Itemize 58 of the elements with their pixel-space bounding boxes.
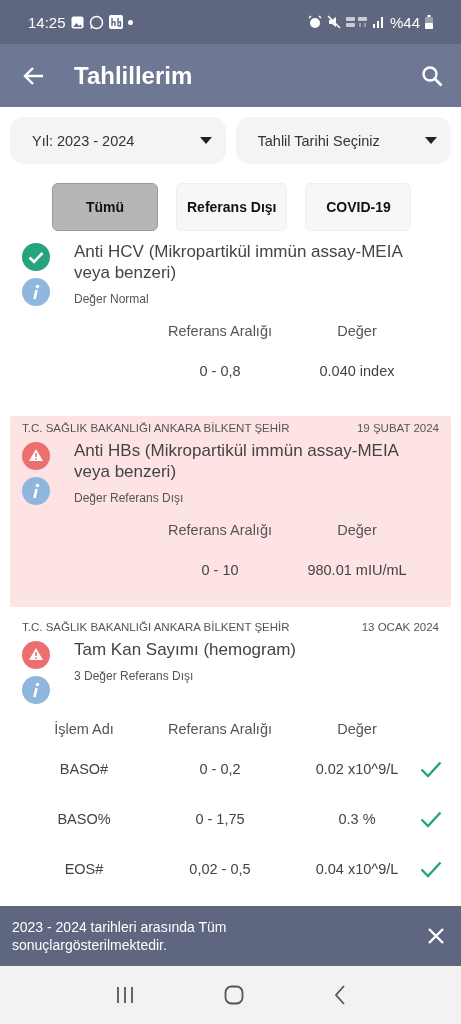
column-header: Değer: [336, 521, 378, 540]
close-button[interactable]: [427, 927, 445, 945]
screen-title: Tahlillerim: [74, 61, 194, 90]
hospital-name: T.C. SAĞLIK BAKANLIĞI ANKARA BİLKENT ŞEHİR: [22, 422, 290, 434]
battery-level: %44: [389, 13, 420, 31]
chat-icon: [88, 14, 104, 30]
result-summary: 3 Değer Referans Dışı: [74, 669, 195, 683]
network-icon: [345, 16, 368, 28]
table-cell-text: 0 - 0,2: [198, 760, 242, 779]
table-cell-text: 0 - 10: [200, 561, 240, 580]
table-cell-text: 0,02 - 0,5: [188, 860, 252, 879]
column-header: Referans Aralığı: [167, 322, 273, 341]
column-header: Referans Aralığı: [167, 720, 273, 739]
gallery-icon: [70, 15, 84, 29]
test-name: Tam Kan Sayımı (hemogram): [74, 639, 296, 660]
table-cell-text: 0.3 %: [337, 810, 377, 829]
result-summary: Değer Normal: [74, 292, 150, 306]
dropdown-arrow-icon: [425, 137, 437, 144]
dropdown[interactable]: Tahlil Tarihi Seçiniz: [235, 117, 451, 164]
table-cell-text: EOS#: [63, 860, 105, 879]
status-time: 14:25: [28, 13, 66, 31]
result-summary: Değer Referans Dışı: [74, 491, 185, 505]
table-cell-text: 0.040 index: [318, 362, 396, 381]
recent-apps-icon[interactable]: [114, 986, 135, 1004]
column-header: Referans Aralığı: [167, 521, 273, 540]
test-name: Anti HBs (Mikropartikül immün assay-MEIA veya benzeri): [74, 440, 400, 482]
search-button[interactable]: [421, 64, 443, 87]
mute-icon: [326, 15, 341, 29]
home-icon[interactable]: [224, 985, 245, 1005]
table-cell-text: 980.01 mIU/mL: [306, 561, 408, 580]
column-header: Değer: [336, 720, 378, 739]
dropdown[interactable]: Yıl: 2023 - 2024: [10, 117, 226, 164]
table-cell-text: 0 - 1,75: [194, 810, 246, 829]
alarm-icon: [307, 15, 322, 29]
back-button[interactable]: [22, 65, 44, 86]
snackbar-message: 2023 - 2024 tarihleri arasında Tüm sonuçlargösterilmektedir.: [12, 918, 228, 954]
table-cell-text: BASO%: [56, 810, 112, 829]
table-cell-text: 0.02 x10^9/L: [314, 760, 400, 779]
filter-tab[interactable]: COVID-19: [305, 183, 412, 231]
test-date: 19 ŞUBAT 2024: [356, 422, 439, 434]
filter-tab[interactable]: Referans Dışı: [176, 183, 288, 231]
test-name: Anti HCV (Mikropartikül immün assay-MEIA veya benzeri): [74, 241, 404, 283]
column-header: İşlem Adı: [53, 720, 115, 739]
back-icon[interactable]: [334, 985, 347, 1005]
table-cell-text: BASO#: [58, 760, 110, 779]
highlighted-result-card[interactable]: T.C. SAĞLIK BAKANLIĞI ANKARA BİLKENT ŞEHİR 19 ŞUBAT 2024 Anti HBs (Mikropartikül immün assay-MEIA veya benzeri) Değer Referans Dışı Referans Aralığı Değer 0 - 10 980.01 mIU/mL: [10, 416, 451, 607]
column-header: Değer: [336, 322, 378, 341]
test-date: 13 OCAK 2024: [361, 621, 439, 633]
result-card[interactable]: Anti HCV (Mikropartikül immün assay-MEIA veya benzeri) Değer Normal Referans Aralığı Değer 0 - 0,8 0.040 index: [10, 235, 451, 408]
signal-icon: [372, 16, 385, 28]
hospital-name: T.C. SAĞLIK BAKANLIĞI ANKARA BİLKENT ŞEHİR: [22, 621, 290, 633]
table-cell-text: 0.04 x10^9/L: [314, 860, 400, 879]
filter-tab[interactable]: Tümü: [52, 183, 158, 231]
table-cell-text: 0 - 0,8: [198, 362, 242, 381]
app-icon: [108, 15, 123, 29]
dot-icon: [127, 19, 133, 25]
battery-icon: [425, 15, 433, 29]
dropdown-arrow-icon: [199, 137, 212, 144]
